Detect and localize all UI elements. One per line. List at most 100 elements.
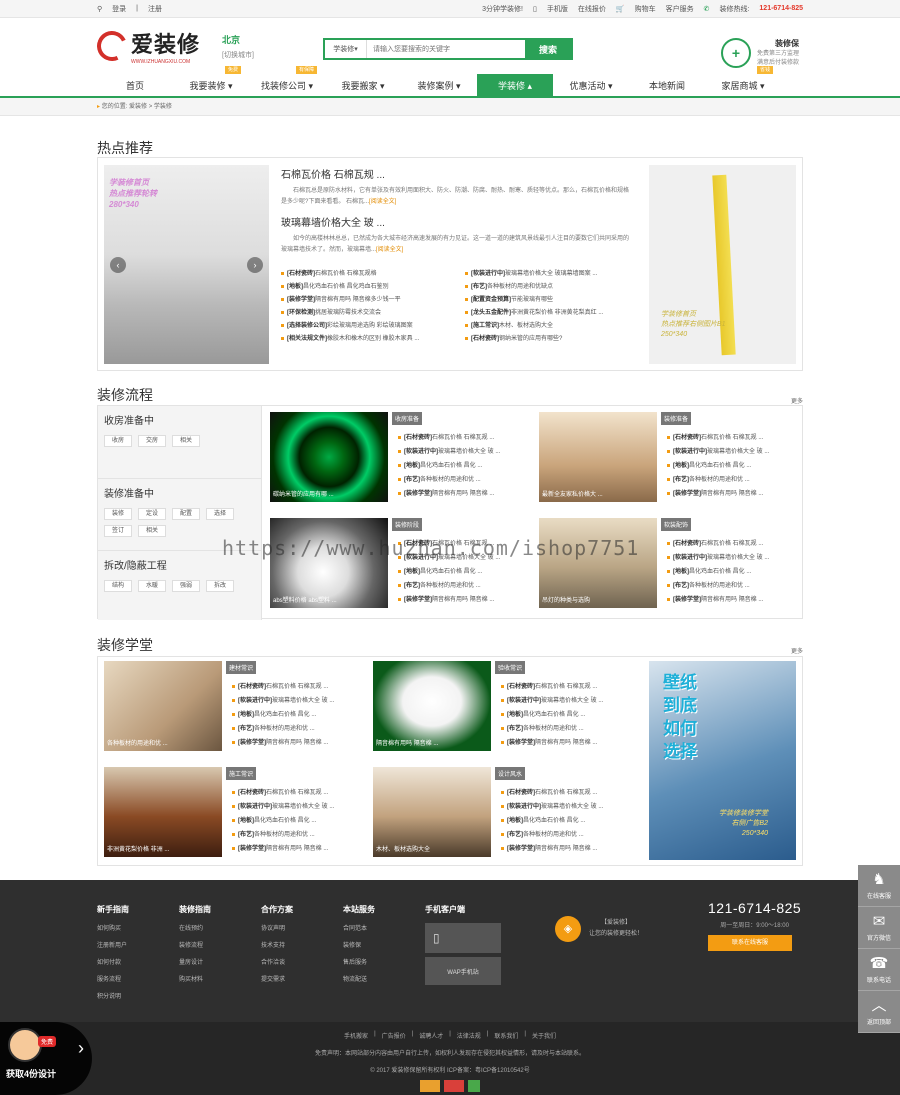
process-tag[interactable]: 选择 <box>206 508 234 520</box>
list-item[interactable]: [软装进行中]玻璃幕墙价格大全 玻 ... <box>398 446 524 455</box>
list-item[interactable]: [布艺]各种板材的用途和优 ... <box>398 580 524 589</box>
app-download-button[interactable]: ▯ <box>425 923 501 953</box>
card-image[interactable]: abs塑料价格 abs塑料 ... <box>270 518 388 608</box>
floating-button[interactable]: ✉ 官方微信 <box>858 907 900 949</box>
nav-item[interactable]: 我要装修 ▾ 免费 <box>173 66 249 96</box>
footer-link[interactable]: 装修流程 <box>179 940 261 949</box>
floating-button[interactable]: ︿ 返回顶部 <box>858 991 900 1033</box>
list-item[interactable]: [地板]昌化鸡血石价格 昌化 ... <box>232 709 358 718</box>
hot-article-title[interactable]: 石棉瓦价格 石棉瓦规 ... <box>281 166 631 181</box>
card-label[interactable]: 设计风水 <box>495 767 526 780</box>
footer-link[interactable]: 售后服务 <box>343 957 425 966</box>
list-item[interactable]: [龙头五金配件]非洲黄花梨价格 非洲黄花梨真红 ... <box>465 307 641 316</box>
list-item[interactable]: [装修学堂]隔音棉有用吗 隔音棉多少钱一平 <box>281 294 457 303</box>
hot-article-title[interactable]: 玻璃幕墙价格大全 玻 ... <box>281 214 631 229</box>
list-item[interactable]: [石材瓷砖]钢纳米管的应用有哪些? <box>465 333 641 342</box>
footer-bottom-link[interactable]: 联系我们 <box>494 1031 518 1040</box>
list-item[interactable]: [布艺]各种板材的用途和优 ... <box>501 723 627 732</box>
list-item[interactable]: [布艺]各种板材的用途和优 ... <box>667 474 793 483</box>
search-button[interactable]: 搜索 <box>525 40 571 58</box>
list-item[interactable]: [石材瓷砖]石棉瓦价格 石棉瓦规 ... <box>667 538 793 547</box>
footer-link[interactable]: 物流配送 <box>343 974 425 983</box>
card-label[interactable]: 装修准备 <box>661 412 692 425</box>
list-item[interactable]: [软装进行中]玻璃幕墙价格大全 玻 ... <box>232 801 358 810</box>
card-image[interactable]: 各种板材的用途和优 ... <box>104 661 222 751</box>
footer-link[interactable]: 如何购买 <box>97 923 179 932</box>
footer-bottom-link[interactable]: 关于我们 <box>532 1031 556 1040</box>
list-item[interactable]: [选择装修公司]彩绘玻璃用途选购 彩绘玻璃图案 <box>281 320 457 329</box>
nav-item[interactable]: 装修案例 ▾ <box>401 74 477 96</box>
search-type-select[interactable]: 学装修 ▾ <box>325 40 367 58</box>
search-input[interactable] <box>367 40 525 58</box>
card-label[interactable]: 建材常识 <box>226 661 257 674</box>
list-item[interactable]: [装修学堂]隔音棉有用吗 隔音棉 ... <box>398 594 524 603</box>
list-item[interactable]: [石材瓷砖]石棉瓦价格 石棉瓦规 ... <box>501 787 627 796</box>
process-tag[interactable]: 相关 <box>138 525 166 537</box>
list-item[interactable]: [布艺]各种板材的用途和优 ... <box>501 829 627 838</box>
footer-link[interactable]: 购买材料 <box>179 974 261 983</box>
list-item[interactable]: [软装进行中]玻璃幕墙价格大全 玻 ... <box>232 695 358 704</box>
process-tag[interactable]: 签订 <box>104 525 132 537</box>
card-label[interactable]: 装修阶段 <box>392 518 423 531</box>
nav-item[interactable]: 首页 <box>97 74 173 96</box>
list-item[interactable]: [装修学堂]隔音棉有用吗 隔音棉 ... <box>232 843 358 852</box>
list-item[interactable]: [布艺]各种板材的用途和优 ... <box>667 580 793 589</box>
guarantee-promo[interactable]: + 装修保 免费第三方监理 满意后付装修款 <box>720 38 799 68</box>
card-image[interactable]: 吊灯的种类与选购 <box>539 518 657 608</box>
nav-item[interactable]: 找装修公司 ▾ 有保障 <box>249 66 325 96</box>
cart-link[interactable]: 购物车 <box>635 4 656 14</box>
card-image[interactable]: 非洲黄花梨价格 非洲 ... <box>104 767 222 857</box>
list-item[interactable]: [地板]昌化鸡血石价格 昌化 ... <box>398 460 524 469</box>
list-item[interactable]: [地板]昌化鸡血石价格 昌化 ... <box>398 566 524 575</box>
online-consult-button[interactable]: 联系在线客服 <box>708 935 792 951</box>
floating-button[interactable]: ♞ 在线客服 <box>858 865 900 907</box>
footer-link[interactable]: 协议声明 <box>261 923 343 932</box>
footer-link[interactable]: 注册新用户 <box>97 940 179 949</box>
more-link[interactable]: 更多 <box>791 646 803 655</box>
list-item[interactable]: [装修学堂]隔音棉有用吗 隔音棉 ... <box>501 843 627 852</box>
hot-right-ad[interactable]: 学装修首页 热点推荐右侧图片B1 250*340 <box>649 165 796 364</box>
free-design-badge[interactable]: 免费 获取4份设计 › <box>0 1022 92 1095</box>
list-item[interactable]: [石材瓷砖]石棉瓦价格 石棉瓦规 ... <box>232 787 358 796</box>
footer-link[interactable]: 合作洽谈 <box>261 957 343 966</box>
nav-item[interactable]: 学装修 ▴ <box>477 74 553 96</box>
footer-link[interactable]: 合同范本 <box>343 923 425 932</box>
footer-link[interactable]: 装修保 <box>343 940 425 949</box>
slider-prev-arrow[interactable]: ‹ <box>110 257 126 273</box>
more-link[interactable]: 更多 <box>791 396 803 405</box>
footer-bottom-link[interactable]: 法律法规 <box>457 1031 481 1040</box>
footer-link[interactable]: 量房设计 <box>179 957 261 966</box>
read-more-link[interactable]: [阅读全文] <box>369 199 396 205</box>
card-image[interactable]: 隔音棉有用吗 隔音棉 ... <box>373 661 491 751</box>
process-tag[interactable]: 配置 <box>172 508 200 520</box>
wallpaper-ad[interactable]: 壁纸 到底 如何 选择 学装修装修学堂 右侧广告B2 250*340 <box>649 661 796 860</box>
list-item[interactable]: [地板]昌化鸡血石价格 昌化 ... <box>667 566 793 575</box>
list-item[interactable]: [软装进行中]玻璃幕墙价格大全 玻 ... <box>501 695 627 704</box>
list-item[interactable]: [软装进行中]玻璃幕墙价格大全 玻 ... <box>398 552 524 561</box>
list-item[interactable]: [装修学堂]隔音棉有用吗 隔音棉 ... <box>667 594 793 603</box>
list-item[interactable]: [石材瓷砖]石棉瓦价格 石棉瓦规 ... <box>232 681 358 690</box>
process-tag[interactable]: 交房 <box>138 435 166 447</box>
card-label[interactable]: 软装配饰 <box>661 518 692 531</box>
nav-item[interactable]: 本地新闻 <box>629 74 705 96</box>
footer-link[interactable]: 积分说明 <box>97 991 179 1000</box>
footer-link[interactable]: 提交需求 <box>261 974 343 983</box>
card-image[interactable]: 木材、板材选购大全 <box>373 767 491 857</box>
footer-bottom-link[interactable]: 诚聘人才 <box>419 1031 443 1040</box>
list-item[interactable]: [地板]昌化鸡血石价格 昌化鸡血石鉴别 <box>281 281 457 290</box>
list-item[interactable]: [地板]昌化鸡血石价格 昌化 ... <box>232 815 358 824</box>
list-item[interactable]: [环保检测]挑居玻璃防霉技术交流会 <box>281 307 457 316</box>
list-item[interactable]: [软装进行中]玻璃幕墙价格大全 玻 ... <box>667 552 793 561</box>
read-more-link[interactable]: [阅读全文] <box>376 247 403 253</box>
list-item[interactable]: [软装进行中]玻璃幕墙价格大全 玻璃幕墙图案 ... <box>465 268 641 277</box>
site-logo[interactable]: 爱装修 WWW.IZHUANGXIU.COM <box>92 26 200 66</box>
process-tag[interactable]: 结构 <box>104 580 132 592</box>
list-item[interactable]: [装修学堂]隔音棉有用吗 隔音棉 ... <box>667 488 793 497</box>
list-item[interactable]: [施工常识]木材、板材选购大全 <box>465 320 641 329</box>
process-tag[interactable]: 收房 <box>104 435 132 447</box>
quick-learn-link[interactable]: 3分钟学装修! <box>482 4 523 14</box>
login-link[interactable]: 登录 <box>112 4 126 14</box>
city-selector[interactable]: 北京 [切换城市] <box>222 33 254 60</box>
list-item[interactable]: [软装进行中]玻璃幕墙价格大全 玻 ... <box>667 446 793 455</box>
list-item[interactable]: [相关法规文件]橡胶木和橡木的区别 橡胶木家具 ... <box>281 333 457 342</box>
